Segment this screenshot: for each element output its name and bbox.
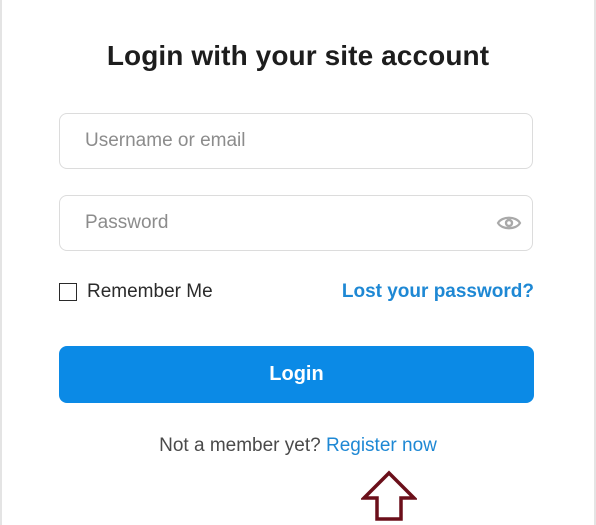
password-field[interactable] [59,195,533,251]
eye-icon[interactable] [496,212,522,234]
remember-me-checkbox[interactable] [59,283,77,301]
register-link[interactable]: Register now [326,435,437,456]
remember-me: Remember Me [59,281,213,303]
username-input[interactable] [60,114,532,168]
register-prompt-text: Not a member yet? [159,435,321,456]
up-arrow-icon [361,470,417,521]
login-page: Login with your site account Remember Me… [0,0,596,525]
page-title: Login with your site account [106,40,490,71]
username-field[interactable] [59,113,533,169]
lost-password-link[interactable]: Lost your password? [342,281,534,303]
login-button[interactable]: Login [59,346,534,403]
register-prompt: Not a member yet? Register now [0,435,596,457]
remember-me-label[interactable]: Remember Me [87,281,213,303]
password-input[interactable] [60,196,532,250]
